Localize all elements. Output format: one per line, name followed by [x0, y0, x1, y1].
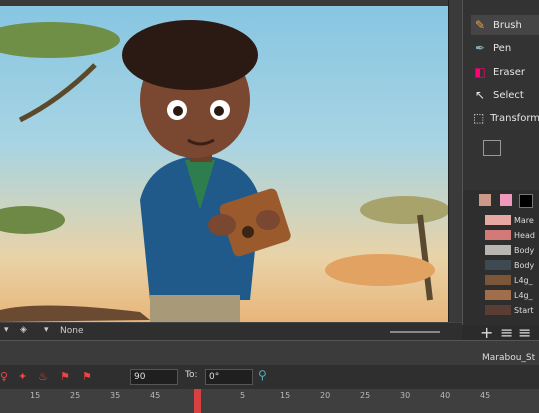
swatch-color: [485, 305, 511, 315]
eraser-icon: ◧: [474, 65, 486, 79]
swatch-label: L4g_: [514, 275, 533, 285]
zoom-slider[interactable]: [390, 331, 440, 333]
color-fill-icon[interactable]: [500, 194, 512, 206]
transform-icon: ⬚: [472, 111, 485, 125]
swatch-color: [485, 230, 511, 240]
tween-icon[interactable]: ⚑: [60, 370, 70, 383]
color-black-icon[interactable]: [519, 194, 533, 208]
timeline-panel-label: Marabou_St: [482, 353, 536, 363]
tool-label: Transform: [490, 112, 539, 124]
swatch-color: [485, 290, 511, 300]
tick-label: 35: [110, 391, 121, 400]
tick-label: 45: [480, 391, 491, 400]
canvas-scrollbar[interactable]: [448, 0, 463, 322]
tools-panel: ✎ Brush ✒ Pen ◧ Eraser ↖ Select ⬚ Transf…: [462, 0, 539, 190]
drawing-canvas[interactable]: [0, 0, 448, 322]
paint-bucket-icon[interactable]: [483, 140, 501, 156]
illustration: [0, 20, 448, 322]
swatch-item[interactable]: Body: [485, 259, 539, 271]
swatch-label: Body: [514, 260, 535, 270]
swatch-label: Start: [514, 305, 534, 315]
swatch-color: [485, 245, 511, 255]
tick-label: 5: [240, 391, 246, 400]
swatch-color: [485, 215, 511, 225]
swatch-item[interactable]: Mare: [485, 214, 539, 226]
timeline-panel: + ≡ ≡ Marabou_St ♀ ✦ ♨ ⚑ ⚑ 90 To: 0° ⚲ 1…: [0, 323, 539, 413]
frame-input[interactable]: 90: [130, 369, 178, 385]
swatch-item[interactable]: L4g_: [485, 274, 539, 286]
tool-eraser[interactable]: ◧ Eraser: [471, 62, 539, 82]
timeline-toolbar: ♀ ✦ ♨ ⚑ ⚑ 90 To: 0° ⚲: [0, 365, 539, 389]
rotation-input[interactable]: 0°: [205, 369, 253, 385]
tick-label: 45: [150, 391, 161, 400]
layer-value[interactable]: None: [60, 326, 83, 336]
motion-icon[interactable]: ♨: [38, 370, 48, 383]
keyframe-icon[interactable]: ✦: [18, 370, 27, 383]
layer-dropdown-icon[interactable]: ▾: [4, 325, 9, 335]
tick-label: 30: [400, 391, 411, 400]
swatch-label: Head: [514, 230, 535, 240]
swatch-label: Body: [514, 245, 535, 255]
tool-pen[interactable]: ✒ Pen: [471, 38, 539, 58]
loop-icon[interactable]: ⚑: [82, 370, 92, 383]
tick-label: 25: [360, 391, 371, 400]
to-label: To:: [185, 370, 198, 380]
color-preview-icon[interactable]: [479, 194, 491, 206]
onion-skin-icon[interactable]: ♀: [0, 370, 8, 383]
tool-label: Eraser: [493, 66, 526, 78]
canvas-status-strip: ▾ ◈ ▾ None: [0, 322, 462, 341]
tool-select[interactable]: ↖ Select: [471, 85, 539, 105]
swatch-item[interactable]: Body: [485, 244, 539, 256]
swatch-label: Mare: [514, 215, 534, 225]
select-arrow-icon: ↖: [474, 88, 486, 102]
list-icon[interactable]: ≡: [500, 323, 513, 342]
tick-label: 25: [70, 391, 81, 400]
tool-label: Select: [493, 89, 524, 101]
tool-brush[interactable]: ✎ Brush: [471, 15, 539, 35]
tool-label: Brush: [493, 19, 522, 31]
playhead[interactable]: [194, 389, 201, 413]
timeline-ruler[interactable]: 15 25 35 45 5 15 20 25 30 40 45: [0, 389, 539, 413]
zoom-icon[interactable]: ⚲: [258, 368, 267, 382]
layer-filter-icon[interactable]: ▾: [44, 325, 49, 335]
brush-icon: ✎: [474, 18, 486, 32]
visibility-icon[interactable]: ◈: [20, 325, 27, 335]
swatch-item[interactable]: Head: [485, 229, 539, 241]
swatch-item[interactable]: Start: [485, 304, 539, 316]
color-swatch-panel: Mare Head Body Body L4g_ L4g_ Start: [462, 190, 539, 325]
tool-transform[interactable]: ⬚ Transform: [471, 108, 539, 128]
tick-label: 20: [320, 391, 331, 400]
swatch-label: L4g_: [514, 290, 533, 300]
add-icon[interactable]: +: [480, 323, 493, 342]
tick-label: 15: [280, 391, 291, 400]
tick-label: 15: [30, 391, 41, 400]
tick-label: 40: [440, 391, 451, 400]
tool-label: Pen: [493, 42, 512, 54]
pen-icon: ✒: [474, 41, 486, 55]
swatch-color: [485, 275, 511, 285]
menu-icon[interactable]: ≡: [518, 323, 531, 342]
swatch-item[interactable]: L4g_: [485, 289, 539, 301]
swatch-color: [485, 260, 511, 270]
